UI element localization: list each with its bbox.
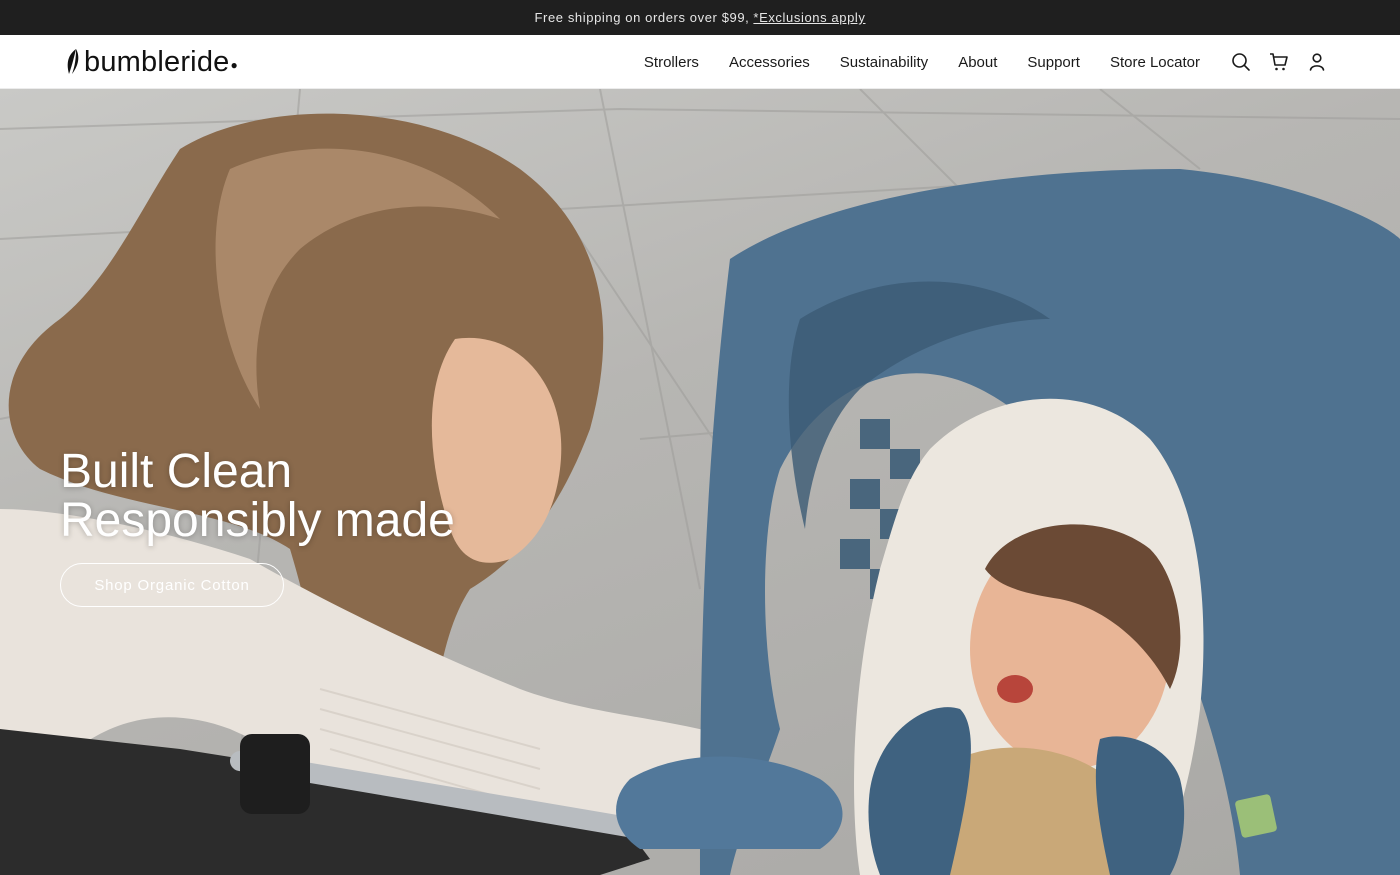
nav-accessories[interactable]: Accessories — [729, 54, 810, 71]
main-nav: Strollers Accessories Sustainability Abo… — [614, 35, 1200, 89]
logo-registered-mark: ● — [230, 58, 238, 72]
announcement-bar: Free shipping on orders over $99, *Exclu… — [0, 0, 1400, 35]
logo-wordmark: bumbleride — [84, 45, 230, 78]
hero-title-line-1: Built Clean — [60, 445, 293, 498]
nav-sustainability[interactable]: Sustainability — [840, 54, 928, 71]
hero-banner: Built Clean Responsibly made Shop Organi… — [0, 89, 1400, 875]
logo[interactable]: bumbleride ● — [64, 45, 238, 78]
leaf-icon — [67, 49, 79, 74]
nav-support[interactable]: Support — [1027, 54, 1080, 71]
header-icons — [1230, 35, 1328, 89]
hero-title-line-2: Responsibly made — [60, 494, 455, 547]
nav-store-locator[interactable]: Store Locator — [1110, 54, 1200, 71]
shop-organic-cotton-button[interactable]: Shop Organic Cotton — [60, 563, 284, 607]
search-icon[interactable] — [1230, 51, 1252, 73]
exclusions-link[interactable]: *Exclusions apply — [753, 10, 865, 25]
nav-strollers[interactable]: Strollers — [644, 54, 699, 71]
announcement-text: Free shipping on orders over $99, — [534, 10, 750, 25]
hero-title: Built Clean Responsibly made — [60, 447, 455, 545]
cart-icon[interactable] — [1268, 51, 1290, 73]
account-icon[interactable] — [1306, 51, 1328, 73]
site-header: bumbleride ● Strollers Accessories Susta… — [0, 35, 1400, 89]
nav-about[interactable]: About — [958, 54, 997, 71]
